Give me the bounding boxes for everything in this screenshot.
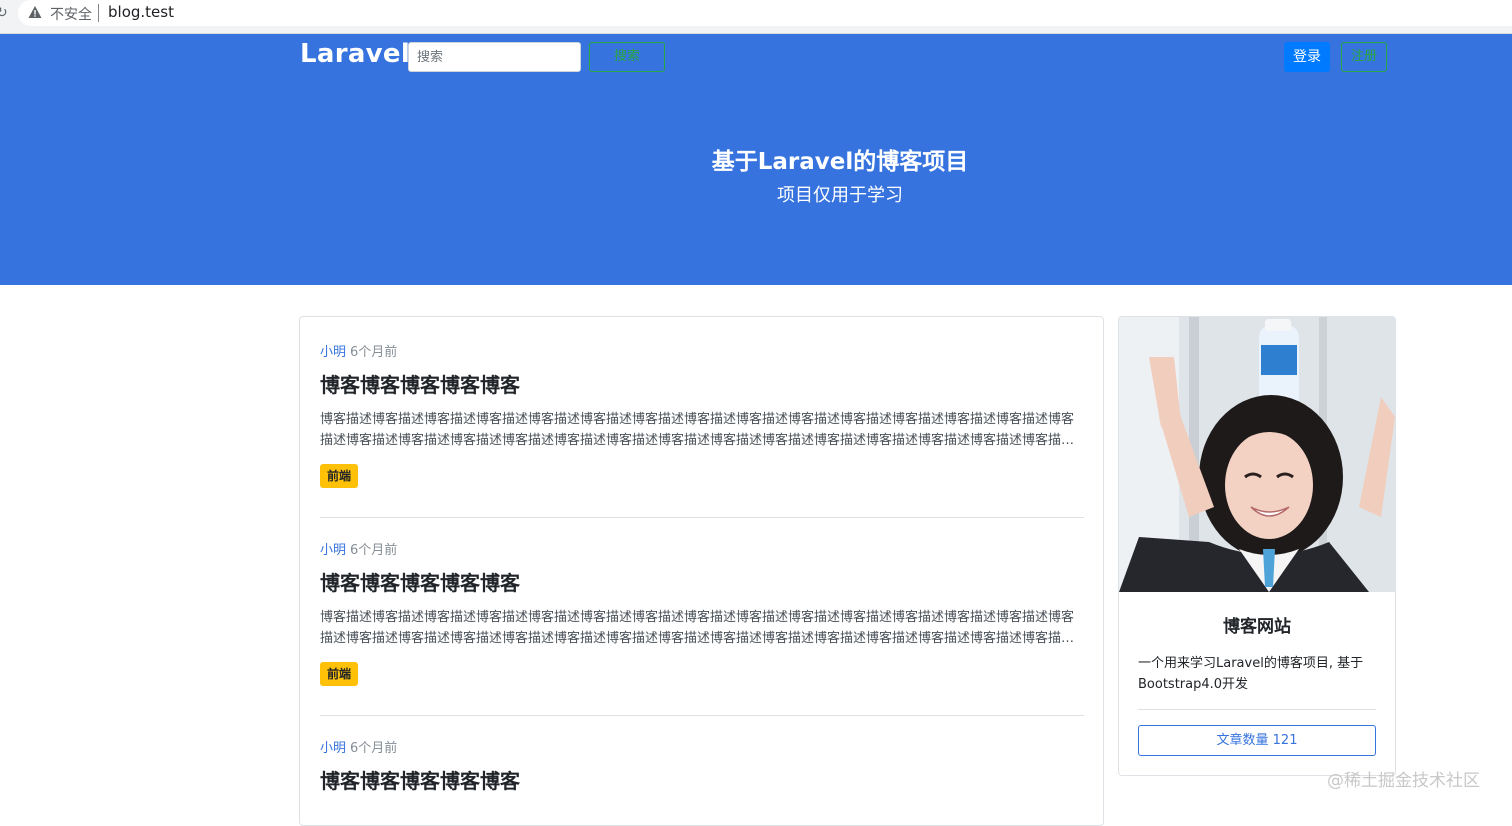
warning-icon[interactable] xyxy=(28,5,42,19)
article-time: 6个月前 xyxy=(350,741,398,756)
article-author[interactable]: 小明 xyxy=(320,741,346,756)
security-label[interactable]: 不安全 xyxy=(50,4,92,24)
browser-address-bar: ↻ 不安全 blog.test xyxy=(0,0,1512,34)
hero-title: 基于Laravel的博客项目 xyxy=(711,149,969,175)
omnibox[interactable] xyxy=(18,0,1512,26)
article-tag[interactable]: 前端 xyxy=(320,662,359,686)
article-count-button[interactable]: 文章数量 121 xyxy=(1138,725,1376,756)
article-meta: 小明 6个月前 xyxy=(320,341,397,360)
watermark: @稀土掘金技术社区 xyxy=(1327,771,1480,791)
article-meta: 小明 6个月前 xyxy=(320,539,397,558)
article-author[interactable]: 小明 xyxy=(320,543,346,558)
profile-photo-illustration xyxy=(1119,317,1395,592)
brand-logo[interactable]: Laravel xyxy=(300,39,410,69)
sidebar-description: 一个用来学习Laravel的博客项目, 基于Bootstrap4.0开发 xyxy=(1138,656,1364,692)
article-divider xyxy=(320,715,1084,716)
article-title[interactable]: 博客博客博客博客博客 xyxy=(320,765,520,794)
login-button[interactable]: 登录 xyxy=(1284,42,1330,72)
sidebar-title: 博客网站 xyxy=(1223,617,1291,637)
article-description: 博客描述博客描述博客描述博客描述博客描述博客描述博客描述博客描述博客描述博客描述… xyxy=(320,610,1075,646)
article-author[interactable]: 小明 xyxy=(320,345,346,360)
article-time: 6个月前 xyxy=(350,543,398,558)
reload-icon[interactable]: ↻ xyxy=(0,6,8,20)
url-text[interactable]: blog.test xyxy=(108,3,174,21)
top-navbar: Laravel 搜索 登录 注册 xyxy=(0,34,1512,80)
article-meta: 小明 6个月前 xyxy=(320,737,397,756)
search-input[interactable] xyxy=(408,42,581,72)
profile-photo xyxy=(1119,317,1395,592)
register-button[interactable]: 注册 xyxy=(1341,42,1387,72)
article-tag[interactable]: 前端 xyxy=(320,464,359,488)
hero-banner: 基于Laravel的博客项目 项目仅用于学习 xyxy=(0,80,1512,285)
article-description: 博客描述博客描述博客描述博客描述博客描述博客描述博客描述博客描述博客描述博客描述… xyxy=(320,412,1075,448)
hero-subtitle: 项目仅用于学习 xyxy=(777,185,903,206)
search-button[interactable]: 搜索 xyxy=(589,42,665,72)
article-title[interactable]: 博客博客博客博客博客 xyxy=(320,369,520,398)
article-list: 小明 6个月前 博客博客博客博客博客 博客描述博客描述博客描述博客描述博客描述博客… xyxy=(299,316,1104,826)
sidebar-divider xyxy=(1138,709,1376,710)
address-separator xyxy=(98,4,99,22)
sidebar-card: 博客网站 一个用来学习Laravel的博客项目, 基于Bootstrap4.0开… xyxy=(1118,316,1396,776)
article-title[interactable]: 博客博客博客博客博客 xyxy=(320,567,520,596)
article-divider xyxy=(320,517,1084,518)
article-time: 6个月前 xyxy=(350,345,398,360)
